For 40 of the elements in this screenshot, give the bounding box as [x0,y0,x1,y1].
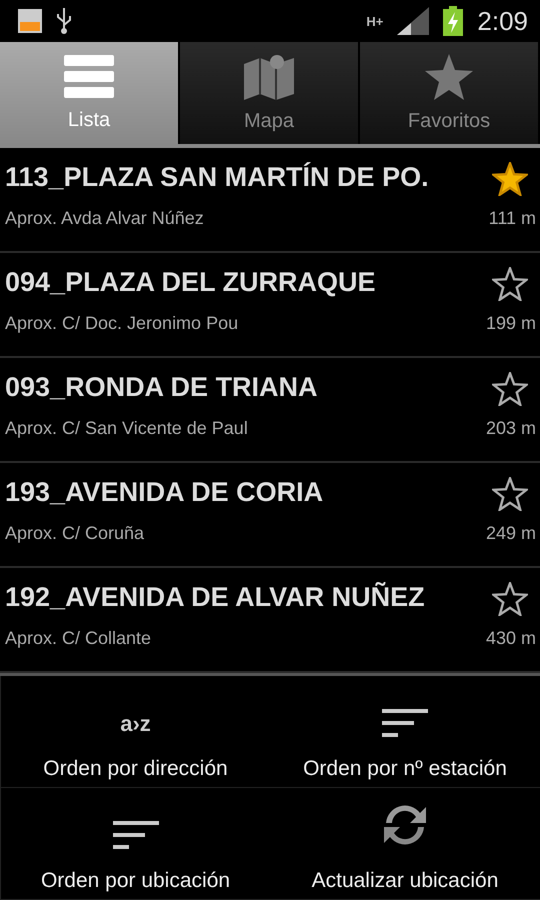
menu-item[interactable]: a›z Orden por dirección [0,676,270,788]
station-row[interactable]: 093_RONDA DE TRIANA Aprox. C/ San Vicente de Paul 203 m [0,358,540,463]
station-name: 094_PLAZA DEL ZURRAQUE [5,267,377,299]
outline-star-icon[interactable] [492,267,528,301]
station-row[interactable]: 113_PLAZA SAN MARTÍN DE PO. Aprox. Avda Alvar Núñez 111 m [0,148,540,253]
station-address: Aprox. C/ San Vicente de Paul [5,418,249,439]
station-distance: 249 m [486,523,536,544]
station-name: 192_AVENIDA DE ALVAR NUÑEZ [5,582,426,614]
outline-star-icon[interactable] [492,582,528,616]
station-distance: 203 m [486,418,536,439]
clock: 2:09 [477,6,528,36]
station-name: 113_PLAZA SAN MARTÍN DE PO. [5,162,430,194]
network-3g-icon [18,9,42,33]
outline-star-icon[interactable] [492,372,528,406]
station-name: 193_AVENIDA DE CORIA [5,477,324,509]
station-distance: 199 m [486,313,536,334]
network-type: H+ [366,14,384,28]
signal-icon [397,7,430,35]
station-row[interactable]: 094_PLAZA DEL ZURRAQUE Aprox. C/ Doc. Jeronimo Pou 199 m [0,253,540,358]
tab[interactable]: Mapa [180,42,360,144]
list-icon [64,54,114,98]
usb-icon [56,8,72,34]
outline-star-icon[interactable] [492,477,528,511]
battery-icon [443,6,464,36]
menu-item[interactable]: Orden por ubicación [0,788,270,900]
station-row[interactable]: 193_AVENIDA DE CORIA Aprox. C/ Coruña 249 m [0,463,540,568]
station-address: Aprox. Avda Alvar Núñez [5,208,205,229]
station-address: Aprox. C/ Doc. Jeronimo Pou [5,313,240,334]
station-distance: 430 m [486,628,536,649]
filled-star-icon[interactable] [492,162,528,196]
star-icon [425,54,473,100]
station-name: 093_RONDA DE TRIANA [5,372,319,404]
tab[interactable]: Favoritos [360,42,540,144]
station-distance: 111 m [488,208,536,229]
sort-lines-icon [112,821,158,849]
map-icon [244,54,294,100]
station-address: Aprox. C/ Collante [5,628,152,649]
station-address: Aprox. C/ Coruña [5,523,146,544]
sort-lines-icon [382,709,428,737]
sort-az-icon: a›z [120,711,151,737]
